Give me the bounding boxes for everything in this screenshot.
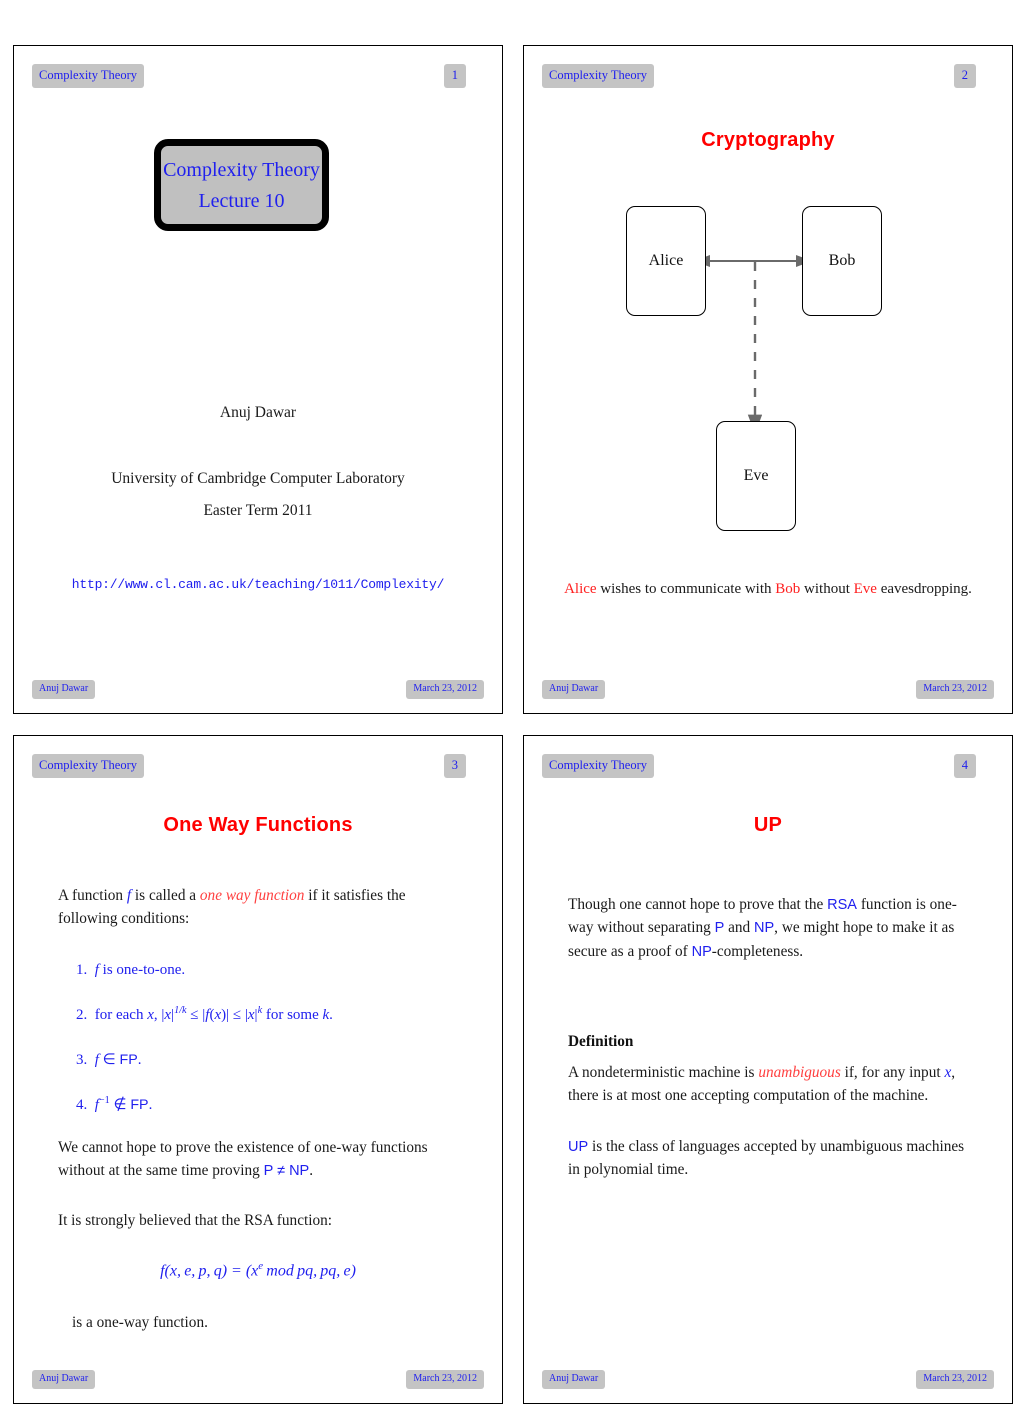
slide-heading: UP [753,814,783,836]
slide-2: Complexity Theory 2 Cryptography Alice B… [523,45,1013,714]
up-intro-a: Though one cannot hope to prove that the [568,896,828,913]
definition-heading: Definition [568,1033,634,1050]
slide-footer-date: March 23, 2012 [916,680,994,699]
cannot-prove-paragraph: We cannot hope to prove the existence of… [58,1136,462,1183]
p-neq-np: P ≠ NP [263,1163,310,1180]
slide-1-body: Complexity Theory Lecture 10 Anuj Dawar … [14,46,502,713]
slide-2-body: Cryptography Alice Bob Eve Alice wishes … [524,46,1012,713]
author-name: Anuj Dawar [219,404,297,421]
caption-text-2: without [800,581,854,597]
definition-body: A nondeterministic machine is unambiguou… [568,1061,972,1108]
course-url-link[interactable]: http://www.cl.cam.ac.uk/teaching/1011/Co… [14,577,502,592]
node-alice: Alice [626,206,706,316]
slide-handout-sheet: Complexity Theory 1 Complexity Theory Le… [0,0,1020,1409]
class-up-label: UP [568,1139,589,1155]
title-box: Complexity Theory Lecture 10 [154,139,329,231]
slide-footer-date: March 23, 2012 [406,1370,484,1389]
definition-a: A nondeterministic machine is [568,1064,759,1081]
intro-term: one way function [199,887,305,904]
definition-term: unambiguous [758,1064,841,1081]
cannot-prove-text-a: We cannot hope to prove the existence of… [58,1139,428,1180]
up-class-paragraph: UP is the class of languages accepted by… [568,1135,972,1182]
diagram-connectors [694,255,812,434]
slide-3: Complexity Theory 3 One Way Functions A … [13,735,503,1404]
definition-b: if, for any input [840,1064,945,1081]
cryptography-caption: Alice wishes to communicate with Bob wit… [524,581,1012,598]
condition-item-4: 4. f−1 ∉ FP. [76,1095,153,1113]
node-eve: Eve [716,421,796,531]
caption-alice: Alice [564,581,597,597]
caption-text-1: wishes to communicate with [596,581,776,597]
up-intro-paragraph: Though one cannot hope to prove that the… [568,893,972,963]
condition-item-2: 2. for each x, |x|1/k ≤ |f(x)| ≤ |x|k fo… [76,1005,333,1023]
title-box-line-1: Complexity Theory [163,158,320,181]
node-alice-label: Alice [648,252,684,269]
institution-line: University of Cambridge Computer Laborat… [111,470,405,487]
node-eve-label: Eve [743,467,769,484]
class-np-label-2: NP [691,943,712,960]
class-p-label: P [714,920,725,937]
class-np-label: NP [754,920,775,937]
slide-footer-author: Anuj Dawar [542,1370,606,1389]
slide-heading: One Way Functions [163,814,353,836]
rsa-belief-paragraph: It is strongly believed that the RSA fun… [58,1212,333,1229]
up-intro-e: -completeness. [711,942,804,960]
intro-text-b: is called a [131,887,200,904]
slide-footer-author: Anuj Dawar [32,1370,96,1389]
slide-footer-author: Anuj Dawar [542,680,606,699]
one-way-closing: is a one-way function. [72,1314,208,1331]
slide-footer-date: March 23, 2012 [406,680,484,699]
condition-item-3: 3. f ∈ FP. [76,1052,142,1068]
term-line: Easter Term 2011 [203,502,313,519]
slide-4-body: UP Though one cannot hope to prove that … [524,736,1012,1403]
caption-bob: Bob [775,581,801,597]
cryptography-diagram: Alice Bob Eve [524,46,1012,713]
slide-footer-date: March 23, 2012 [916,1370,994,1389]
node-bob: Bob [802,206,882,316]
up-class-text: is the class of languages accepted by un… [568,1138,965,1179]
slide-footer-author: Anuj Dawar [32,680,96,699]
rsa-formula: f(x, e, p, q) = (xe mod pq, pq, e) [160,1260,356,1280]
rsa-label: RSA [827,897,857,913]
node-bob-label: Bob [828,252,856,269]
intro-text-a: A function [58,887,127,904]
one-way-function-intro: A function f is called a one way functio… [58,884,462,931]
slide-4: Complexity Theory 4 UP Though one cannot… [523,735,1013,1404]
slide-1: Complexity Theory 1 Complexity Theory Le… [13,45,503,714]
up-intro-c: and [724,919,754,937]
cannot-prove-text-b: . [309,1162,314,1180]
caption-eve: Eve [853,581,877,597]
title-box-line-2: Lecture 10 [198,189,285,212]
condition-item-1: 1. f is one-to-one. [76,962,186,978]
caption-text-3: eavesdropping. [876,581,972,597]
slide-3-body: One Way Functions A function f is called… [14,736,502,1403]
